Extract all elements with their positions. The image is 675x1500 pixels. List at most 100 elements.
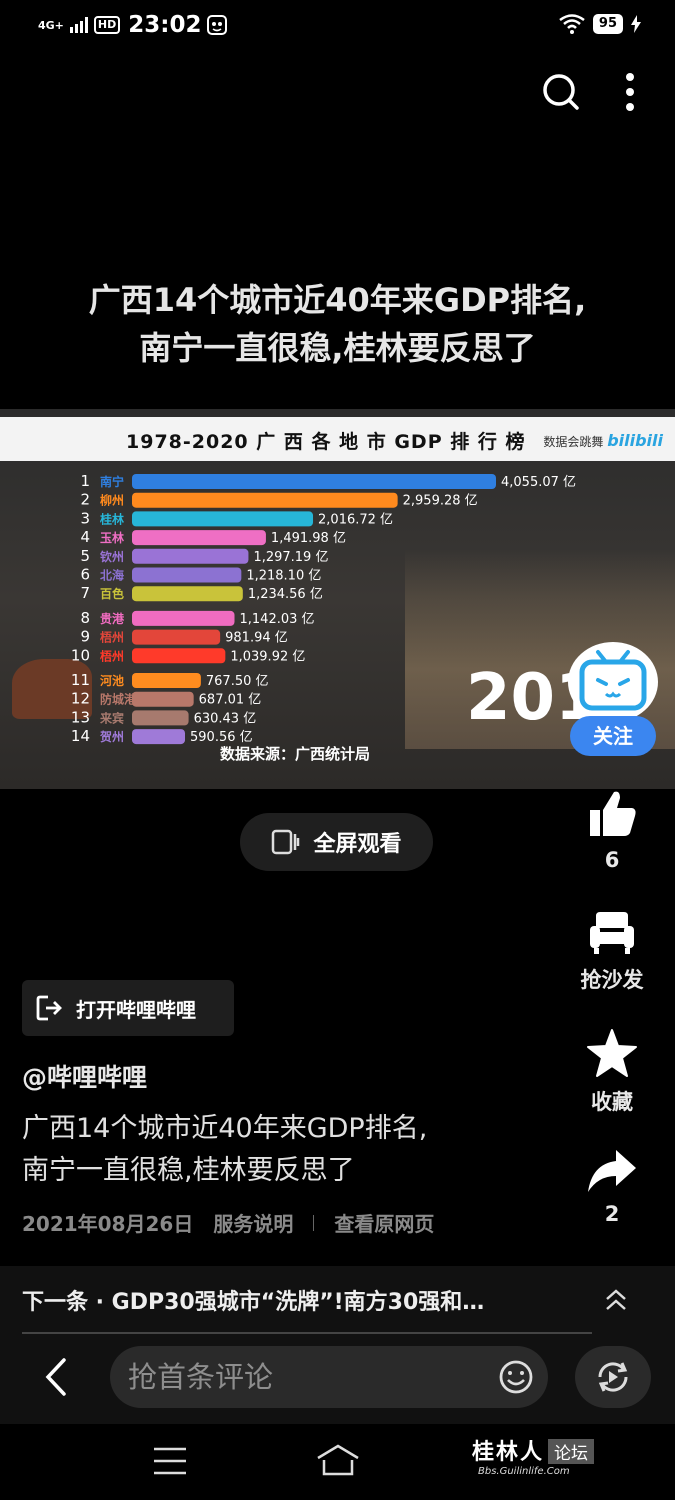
chart-bar [132,629,221,645]
next-item-title[interactable]: 下一条 · GDP30强城市“洗牌”!南方30强和… [22,1284,592,1316]
chart-category-label: 梧州 [100,648,124,663]
chart-category-label: 北海 [100,568,124,583]
menu-icon[interactable] [154,1446,186,1476]
article-meta: 2021年08月26日 服务说明 查看原网页 [22,1208,434,1237]
charging-icon [631,15,641,33]
star-icon [587,1029,637,1077]
chart-rank-label: 12 [71,690,90,708]
emoji-icon[interactable] [498,1359,534,1395]
chart-value-label: 4,055.07 亿 [501,475,576,490]
chart-category-label: 来宾 [99,710,124,725]
follow-button[interactable]: 关注 [570,716,656,756]
fullscreen-button[interactable]: 全屏观看 [240,813,433,871]
chart-bar [132,710,189,726]
chart-rank-label: 7 [80,584,90,602]
clock: 23:02 [128,12,202,38]
share-button[interactable]: 2 [572,1148,652,1226]
headline-line-1: 广西14个城市近40年来GDP排名, [88,281,587,319]
open-bilibili-label: 打开哔哩哔哩 [76,997,196,1022]
description-line-1: 广西14个城市近40年来GDP排名, [22,1113,428,1144]
chart-rank-label: 1 [80,472,90,490]
service-info-link[interactable]: 服务说明 [213,1208,293,1237]
chart-bar [132,530,266,546]
share-arrow-icon [588,1150,636,1192]
chart-rank-label: 4 [80,528,90,546]
chart-category-label: 梧州 [100,630,124,645]
view-original-link[interactable]: 查看原网页 [334,1208,434,1237]
open-bilibili-button[interactable]: 打开哔哩哔哩 [22,980,234,1036]
chart-bar [132,492,398,508]
collect-button[interactable]: 收藏 [572,1028,652,1116]
like-count: 6 [604,848,620,872]
chart-bar [132,691,194,707]
chart-bar [132,548,249,564]
chart-bar [132,567,242,583]
bilibili-tv-avatar[interactable] [568,642,658,722]
chart-category-label: 南宁 [100,474,124,489]
search-icon[interactable] [541,72,581,112]
chevron-up-icon[interactable] [604,1288,628,1312]
chart-rank-label: 13 [71,708,90,726]
meta-divider [313,1214,315,1231]
network-indicator: 4G+ [38,18,64,32]
app-notification-icon [207,15,228,35]
bilibili-tv-icon [579,650,647,711]
chart-category-label: 钦州 [100,549,124,564]
chart-value-label: 1,297.19 亿 [253,550,328,565]
open-external-icon [36,995,62,1021]
chart-value-label: 687.01 亿 [199,693,262,708]
chart-rank-label: 11 [71,671,90,689]
chart-source: 数据来源：广西统计局 [220,745,371,763]
home-icon[interactable] [316,1444,360,1476]
refresh-button[interactable] [575,1346,651,1408]
chart-rank-label: 3 [80,509,90,527]
status-right: 95 [559,14,641,34]
chart-bar [132,586,243,602]
top-actions [541,72,635,112]
chart-bar [132,673,201,688]
chart-category-label: 柳州 [100,493,124,508]
publish-date: 2021年08月26日 [22,1212,194,1236]
article-headline: 广西14个城市近40年来GDP排名, 南宁一直很稳,桂林要反思了 [20,276,655,372]
chart-category-label: 贺州 [99,729,124,744]
comment-input[interactable] [128,1346,488,1408]
chart-rank-label: 8 [80,609,90,627]
share-count: 2 [604,1202,620,1226]
chart-value-label: 1,234.56 亿 [248,587,323,602]
status-bar: 4G+ HD 23:02 95 [0,0,675,54]
author-name[interactable]: @哔哩哔哩 [22,1058,147,1094]
battery-indicator: 95 [592,14,623,34]
uploader-follow[interactable]: 关注 [568,642,658,758]
next-item-bar[interactable]: 下一条 · GDP30强城市“洗牌”!南方30强和… [0,1266,675,1334]
thumbs-up-icon [590,791,636,836]
fullscreen-icon [272,829,300,855]
like-button[interactable]: 6 [572,788,652,872]
collect-label: 收藏 [591,1090,633,1114]
article-description: 广西14个城市近40年来GDP排名, 南宁一直很稳,桂林要反思了 [22,1108,562,1192]
chart-rank-label: 9 [80,628,90,646]
refresh-play-icon [598,1362,628,1392]
chart-rank-label: 10 [71,646,90,664]
comment-input-wrapper[interactable] [110,1346,548,1408]
chart-category-label: 桂林 [99,511,124,526]
signal-icon [69,17,88,33]
description-line-2: 南宁一直很稳,桂林要反思了 [22,1155,355,1186]
sofa-icon [590,912,634,954]
chart-value-label: 2,959.28 亿 [403,494,478,509]
forum-watermark: 桂林人 论坛 Bbs.Guilinlife.Com [472,1434,595,1477]
chart-value-label: 1,491.98 亿 [271,531,346,546]
chart-value-label: 981.94 亿 [225,631,288,646]
chart-value-label: 1,039.92 亿 [230,649,305,664]
chart-rank-label: 2 [80,491,90,509]
chart-category-label: 贵港 [100,611,125,626]
back-arrow-icon[interactable] [42,1356,70,1398]
chart-value-label: 2,016.72 亿 [318,512,393,527]
comment-bar [0,1334,675,1424]
more-options-icon[interactable] [625,72,635,112]
fullscreen-label: 全屏观看 [313,832,402,857]
chart-value-label: 1,218.10 亿 [246,569,321,584]
wifi-icon [559,14,585,34]
headline-line-2: 南宁一直很稳,桂林要反思了 [139,329,536,367]
chart-category-label: 百色 [100,586,124,601]
sofa-button[interactable]: 抢沙发 [572,910,652,994]
